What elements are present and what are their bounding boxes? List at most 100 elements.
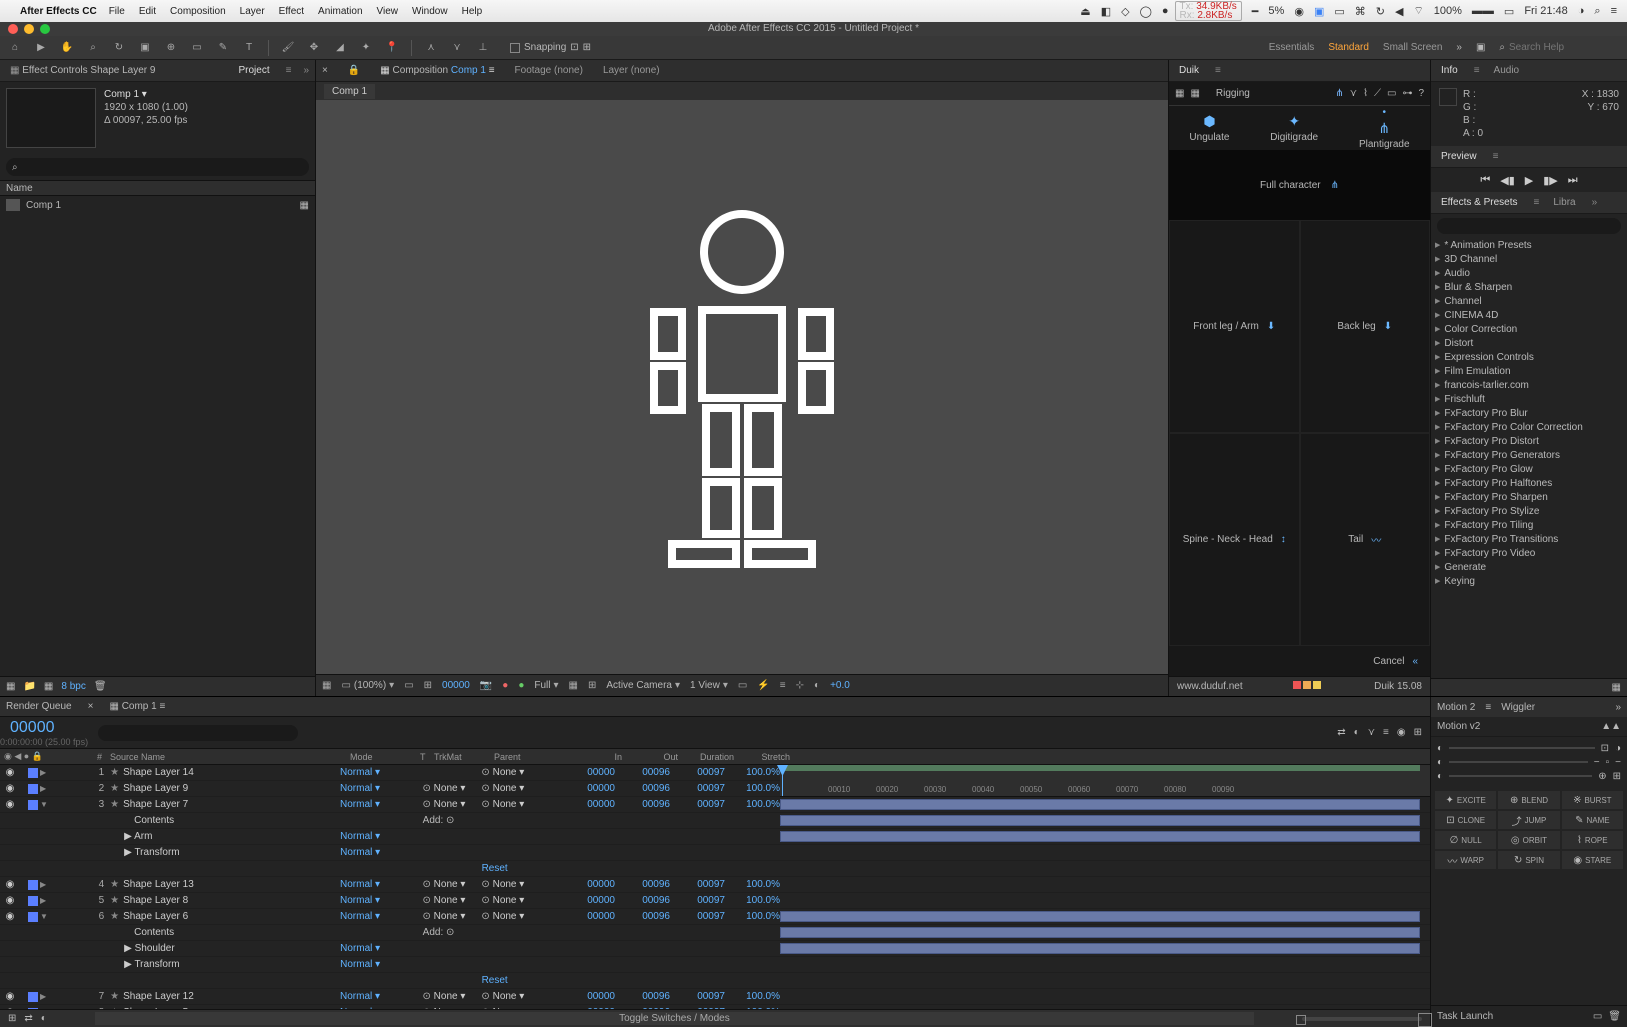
layer-property[interactable]: ▶ Shoulder Normal ▾ bbox=[0, 941, 780, 957]
duik-full-character[interactable]: Full character⋔ bbox=[1169, 150, 1430, 220]
exposure-reset-icon[interactable]: ◐ bbox=[814, 680, 820, 691]
roi-icon[interactable]: ▦ bbox=[569, 680, 578, 691]
motion-btn-warp[interactable]: 〰 WARP bbox=[1435, 851, 1496, 869]
toggle-switches-icon[interactable]: ⇄ bbox=[24, 1013, 32, 1024]
menu-edit[interactable]: Edit bbox=[139, 6, 156, 17]
pickwhip-icon[interactable]: ⊙ bbox=[481, 767, 489, 778]
help-search-input[interactable] bbox=[1509, 42, 1621, 53]
layer-row[interactable]: ◉▼ 3 ★Shape Layer 7 Normal ▾ ⊙ None ▾ ⊙ … bbox=[0, 797, 780, 813]
layer-bar[interactable] bbox=[780, 973, 1430, 989]
duik-bone-icon[interactable]: ⟋ bbox=[1374, 88, 1381, 99]
ctrl3-icon[interactable]: − bbox=[1594, 757, 1600, 768]
shape-tool-icon[interactable]: ▭ bbox=[188, 39, 206, 57]
layer-bar[interactable] bbox=[780, 989, 1430, 1005]
volume-icon[interactable]: ◀ bbox=[1395, 5, 1403, 18]
motion-logo-icon[interactable]: ▲▲ bbox=[1601, 721, 1621, 732]
panel-menu-icon[interactable]: ≡ bbox=[286, 65, 292, 76]
menubar-eye-icon[interactable]: ◉ bbox=[1294, 5, 1304, 18]
layer-bar[interactable] bbox=[780, 941, 1430, 957]
motion-btn-excite[interactable]: ✦ EXCITE bbox=[1435, 791, 1496, 809]
next-frame-icon[interactable]: ▮▶ bbox=[1543, 174, 1558, 187]
motion-btn-burst[interactable]: ※ BURST bbox=[1562, 791, 1623, 809]
motion-overflow-icon[interactable]: » bbox=[1615, 702, 1621, 713]
layer-property[interactable]: Reset bbox=[0, 973, 780, 989]
eraser-tool-icon[interactable]: ◢ bbox=[331, 39, 349, 57]
layer-bar[interactable] bbox=[780, 845, 1430, 861]
twirl-icon[interactable]: ▼ bbox=[40, 912, 50, 921]
motion-btn-null[interactable]: ∅ NULL bbox=[1435, 831, 1496, 849]
motion-blur-icon[interactable]: ◉ bbox=[1397, 727, 1406, 738]
effects-item[interactable]: Keying bbox=[1431, 574, 1627, 588]
wifi-icon[interactable]: ⌔ bbox=[1413, 4, 1423, 18]
col-name[interactable]: Name bbox=[6, 183, 33, 194]
pickwhip-icon[interactable]: ⊙ bbox=[481, 911, 489, 922]
task-go-icon[interactable]: ▭ bbox=[1593, 1011, 1602, 1022]
twirl-icon[interactable]: ▶ bbox=[40, 992, 50, 1001]
pickwhip-icon[interactable]: ⊙ bbox=[481, 799, 489, 810]
pickwhip-icon[interactable]: ⊙ bbox=[481, 895, 489, 906]
show-channel-icon[interactable]: ● bbox=[518, 680, 524, 691]
comp-mini-flowchart-icon[interactable]: ⇄ bbox=[1337, 727, 1345, 738]
menu-view[interactable]: View bbox=[377, 6, 399, 17]
twirl-icon[interactable]: ▶ bbox=[40, 768, 50, 777]
duik-tail[interactable]: Tail〰 bbox=[1300, 433, 1431, 646]
view-axis-icon[interactable]: ⊥ bbox=[474, 39, 492, 57]
layer-row[interactable]: ◉▶ 5 ★Shape Layer 8 Normal ▾ ⊙ None ▾ ⊙ … bbox=[0, 893, 780, 909]
timeline-icon[interactable]: ≡ bbox=[780, 680, 786, 691]
slider1[interactable] bbox=[1449, 747, 1595, 749]
label-color[interactable] bbox=[28, 768, 38, 778]
effects-item[interactable]: FxFactory Pro Blur bbox=[1431, 406, 1627, 420]
t-col[interactable]: T bbox=[416, 752, 430, 762]
task-trash-icon[interactable]: 🗑 bbox=[1608, 1011, 1621, 1022]
ctrl6-icon[interactable]: ⊕ bbox=[1598, 771, 1606, 782]
exposure-value[interactable]: +0.0 bbox=[830, 680, 850, 691]
effects-item[interactable]: FxFactory Pro Halftones bbox=[1431, 476, 1627, 490]
clone-tool-icon[interactable]: ✥ bbox=[305, 39, 323, 57]
info-menu-icon[interactable]: ≡ bbox=[1474, 65, 1480, 76]
motion-menu-icon[interactable]: ≡ bbox=[1485, 702, 1491, 713]
minimize-window[interactable] bbox=[24, 24, 34, 34]
frame-blend-icon[interactable]: ≡ bbox=[1383, 727, 1389, 738]
layer-bar[interactable] bbox=[780, 813, 1430, 829]
pickwhip-icon[interactable]: ⊙ bbox=[423, 991, 431, 1002]
parent-col[interactable]: Parent bbox=[490, 752, 570, 762]
camera-tool-icon[interactable]: ▣ bbox=[136, 39, 154, 57]
twirl-icon[interactable]: ▶ bbox=[40, 896, 50, 905]
source-name-col[interactable]: Source Name bbox=[106, 752, 346, 762]
menu-window[interactable]: Window bbox=[412, 6, 448, 17]
menu-animation[interactable]: Animation bbox=[318, 6, 362, 17]
pickwhip-icon[interactable]: ⊙ bbox=[423, 783, 431, 794]
battery-icon[interactable]: ▬▬ bbox=[1472, 5, 1494, 17]
workspace-standard[interactable]: Standard bbox=[1328, 42, 1369, 53]
layer-property[interactable]: ▶ Arm Normal ▾ bbox=[0, 829, 780, 845]
app-name[interactable]: After Effects CC bbox=[20, 6, 97, 17]
effects-item[interactable]: Distort bbox=[1431, 336, 1627, 350]
slider3[interactable] bbox=[1449, 775, 1592, 777]
snap-opt1-icon[interactable]: ⊡ bbox=[570, 42, 578, 53]
motion-btn-jump[interactable]: ⤴ JUMP bbox=[1498, 811, 1559, 829]
resolution-icon[interactable]: ▭ bbox=[404, 680, 413, 691]
prev-frame-icon[interactable]: ◀▮ bbox=[1500, 174, 1515, 187]
effects-item[interactable]: Channel bbox=[1431, 294, 1627, 308]
twirl-icon[interactable]: ▶ bbox=[40, 880, 50, 889]
puppet-tool-icon[interactable]: 📍 bbox=[383, 39, 401, 57]
new-comp-icon[interactable]: ▦ bbox=[44, 681, 53, 692]
effects-item[interactable]: FxFactory Pro Distort bbox=[1431, 434, 1627, 448]
resolution-select[interactable]: Full ▾ bbox=[534, 680, 558, 691]
effects-item[interactable]: Expression Controls bbox=[1431, 350, 1627, 364]
type-tool-icon[interactable]: T bbox=[240, 39, 258, 57]
network-monitor[interactable]: Tx: 34.9KB/s Rx: 2.8KB/s bbox=[1175, 1, 1242, 21]
tab-info[interactable]: Info bbox=[1437, 65, 1462, 76]
playhead[interactable] bbox=[782, 765, 783, 796]
motion-btn-spin[interactable]: ↻ SPIN bbox=[1498, 851, 1559, 869]
layer-property[interactable]: Contents Add: ⊙ bbox=[0, 813, 780, 829]
always-preview-icon[interactable]: ▦ bbox=[322, 680, 331, 691]
duik-front-leg[interactable]: Front leg / Arm⬇ bbox=[1169, 220, 1300, 433]
effects-item[interactable]: Frischluft bbox=[1431, 392, 1627, 406]
pickwhip-icon[interactable]: ⊙ bbox=[481, 879, 489, 890]
first-frame-icon[interactable]: ⏮ bbox=[1480, 174, 1490, 187]
layer-bar[interactable] bbox=[780, 877, 1430, 893]
hide-shy-icon[interactable]: ⋎ bbox=[1368, 727, 1375, 738]
pan-behind-tool-icon[interactable]: ⊕ bbox=[162, 39, 180, 57]
pickwhip-icon[interactable]: ⊙ bbox=[423, 799, 431, 810]
